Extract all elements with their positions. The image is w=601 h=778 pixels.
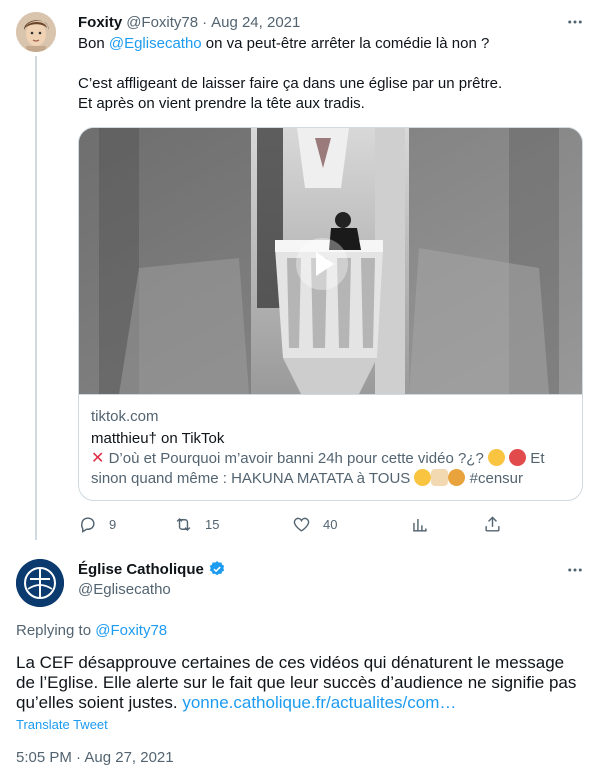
line1-suffix: on va peut-être arrêter la comédie là no… (201, 35, 490, 52)
tweet-line-2: C’est affligeant de laisser faire ça dan… (78, 75, 503, 92)
external-link[interactable]: yonne.catholique.fr/actualites/com… (182, 693, 456, 712)
more-icon[interactable] (565, 560, 585, 580)
reply-button[interactable]: 9 (78, 512, 116, 536)
retweet-button[interactable]: 15 (174, 512, 219, 536)
mention-link[interactable]: @Eglisecatho (109, 35, 202, 52)
card-description: ✕ D’où et Pourquoi m’avoir banni 24h pou… (91, 449, 570, 489)
raised-hands-emoji-icon (431, 469, 449, 486)
avatar[interactable] (16, 12, 56, 52)
avatar[interactable] (16, 559, 64, 607)
like-button[interactable]: 40 (292, 512, 337, 536)
author-name-row: Église Catholique (78, 560, 226, 578)
card-title: matthieu† on TikTok (91, 430, 225, 447)
face-emoji-icon (487, 449, 505, 466)
tweet-line-3: Et après on vient prendre la tête aux tr… (78, 95, 365, 112)
card-hashtag: #censur (469, 470, 524, 487)
link-card[interactable]: tiktok.com matthieu† on TikTok ✕ D’où et… (78, 127, 583, 501)
author-name[interactable]: Église Catholique (78, 561, 204, 578)
video-thumbnail[interactable] (79, 128, 582, 394)
author-handle[interactable]: @Foxity78 (126, 14, 198, 31)
author-name[interactable]: Foxity (78, 14, 122, 31)
retweet-icon (176, 517, 191, 531)
verified-icon (209, 561, 224, 576)
grinning-sweat-emoji-icon (414, 469, 432, 486)
card-desc-part1: D’où et Pourquoi m’avoir banni 24h pour … (104, 450, 488, 467)
card-domain: tiktok.com (91, 408, 159, 425)
tweet-timestamp[interactable]: 5:05 PM · Aug 27, 2021 (16, 749, 174, 766)
cross-mark-icon: ✕ (91, 450, 105, 467)
retweet-count: 15 (205, 516, 220, 532)
tweet-text: Bon @Eglisecatho on va peut-être arrêter… (78, 34, 578, 114)
reply-count: 9 (109, 516, 117, 532)
replying-to: Replying to @Foxity78 (16, 622, 167, 639)
play-icon[interactable] (294, 236, 350, 292)
tweet-text: La CEF désapprouve certaines de ces vidé… (16, 653, 584, 713)
angry-face-emoji-icon (509, 449, 527, 466)
share-button[interactable] (483, 512, 502, 536)
card-meta: tiktok.com matthieu† on TikTok ✕ D’où et… (79, 394, 582, 500)
thread-line (35, 56, 37, 540)
replying-prefix: Replying to (16, 622, 96, 639)
tweet-line-1: Bon @Eglisecatho on va peut-être arrêter… (78, 34, 578, 54)
translate-button[interactable]: Translate Tweet (16, 717, 108, 732)
like-count: 40 (323, 516, 338, 532)
like-icon (293, 517, 310, 532)
more-icon[interactable] (565, 12, 585, 32)
tweet-actions: 9 15 40 (78, 512, 508, 536)
replying-mention-link[interactable]: @Foxity78 (95, 622, 167, 639)
analytics-icon (413, 518, 427, 532)
line1-prefix: Bon (78, 35, 109, 52)
lion-emoji-icon (448, 469, 466, 486)
analytics-button[interactable] (410, 512, 429, 536)
author-handle[interactable]: @Eglisecatho (78, 581, 171, 598)
share-icon (485, 515, 500, 532)
tweet-header: Foxity @Foxity78 · Aug 24, 2021 (78, 12, 585, 32)
reply-icon (81, 516, 95, 533)
separator-dot: · (202, 13, 208, 31)
tweet-date[interactable]: Aug 24, 2021 (211, 14, 300, 31)
